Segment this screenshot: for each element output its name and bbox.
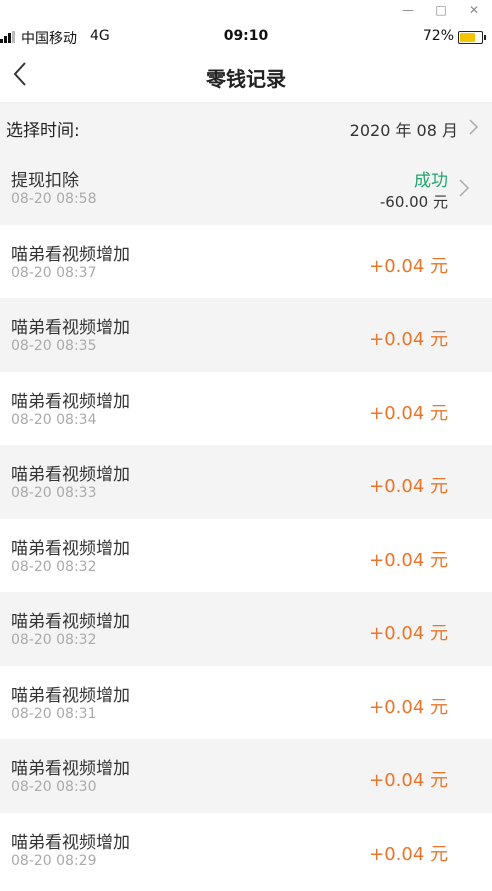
records-list: 提现扣除 08-20 08:58 成功 -60.00 元 喵弟看视频增加 08-… <box>0 151 492 886</box>
record-title: 喵弟看视频增加 <box>11 759 130 779</box>
record-title: 喵弟看视频增加 <box>11 538 130 559</box>
record-amount: +0.04 元 <box>369 329 448 350</box>
filter-value[interactable]: 2020 年 08 月 <box>350 117 458 141</box>
page-title: 零钱记录 <box>206 67 286 91</box>
record-title: 喵弟看视频增加 <box>11 465 130 485</box>
maximize-icon[interactable]: □ <box>432 1 450 19</box>
record-row[interactable]: 喵弟看视频增加 08-20 08:32 +0.04 元 <box>0 518 492 592</box>
record-title: 喵弟看视频增加 <box>11 612 130 632</box>
time-filter[interactable]: 选择时间: 2020 年 08 月 <box>0 103 492 152</box>
record-time: 08-20 08:35 <box>11 338 97 354</box>
record-time: 08-20 08:30 <box>11 779 97 795</box>
record-row[interactable]: 喵弟看视频增加 08-20 08:37 +0.04 元 <box>0 224 492 298</box>
record-amount: +0.04 元 <box>369 843 448 865</box>
clock: 09:10 <box>223 28 269 44</box>
record-status: 成功 <box>414 171 448 191</box>
chevron-right-icon <box>468 118 480 136</box>
record-time: 08-20 08:31 <box>11 705 97 722</box>
battery-icon <box>458 31 486 44</box>
filter-label: 选择时间: <box>6 121 80 141</box>
record-title: 喵弟看视频增加 <box>11 391 130 412</box>
record-amount: +0.04 元 <box>369 770 448 791</box>
record-row[interactable]: 喵弟看视频增加 08-20 08:35 +0.04 元 <box>0 298 492 372</box>
record-time: 08-20 08:58 <box>11 191 97 207</box>
record-row[interactable]: 喵弟看视频增加 08-20 08:29 +0.04 元 <box>0 812 492 886</box>
record-amount: +0.04 元 <box>369 623 448 644</box>
record-time: 08-20 08:32 <box>11 558 97 575</box>
record-time: 08-20 08:37 <box>11 264 97 281</box>
record-amount: +0.04 元 <box>369 476 448 497</box>
record-row[interactable]: 喵弟看视频增加 08-20 08:31 +0.04 元 <box>0 665 492 739</box>
record-time: 08-20 08:29 <box>11 852 97 869</box>
record-title: 喵弟看视频增加 <box>11 685 130 706</box>
record-amount: +0.04 元 <box>369 549 448 571</box>
record-row[interactable]: 喵弟看视频增加 08-20 08:33 +0.04 元 <box>0 445 492 519</box>
record-amount: -60.00 元 <box>379 193 448 211</box>
record-row[interactable]: 喵弟看视频增加 08-20 08:34 +0.04 元 <box>0 371 492 445</box>
record-time: 08-20 08:32 <box>11 632 97 648</box>
record-time: 08-20 08:34 <box>11 411 97 428</box>
nav-bar: 零钱记录 <box>0 50 492 103</box>
window-title-bar: — □ ✕ <box>0 0 492 22</box>
record-title: 喵弟看视频增加 <box>11 318 130 338</box>
record-amount: +0.04 元 <box>369 255 448 277</box>
record-row[interactable]: 喵弟看视频增加 08-20 08:32 +0.04 元 <box>0 592 492 666</box>
record-time: 08-20 08:33 <box>11 485 97 501</box>
status-bar: 中国移动 4G 09:10 72% <box>0 22 492 50</box>
record-row-withdrawal[interactable]: 提现扣除 08-20 08:58 成功 -60.00 元 <box>0 151 492 225</box>
chevron-right-icon <box>458 178 470 198</box>
record-amount: +0.04 元 <box>369 402 448 424</box>
record-title: 喵弟看视频增加 <box>11 244 130 265</box>
record-amount: +0.04 元 <box>369 696 448 718</box>
minimize-icon[interactable]: — <box>399 1 417 19</box>
record-title: 提现扣除 <box>11 171 79 191</box>
close-icon[interactable]: ✕ <box>465 1 483 19</box>
record-row[interactable]: 喵弟看视频增加 08-20 08:30 +0.04 元 <box>0 739 492 813</box>
record-title: 喵弟看视频增加 <box>11 832 130 853</box>
battery-percent: 72% <box>422 28 454 44</box>
